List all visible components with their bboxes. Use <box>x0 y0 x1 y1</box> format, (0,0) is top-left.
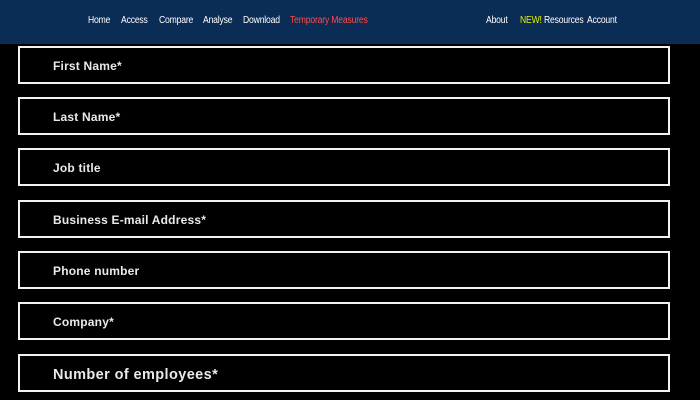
job-title-field[interactable]: Job title <box>18 148 670 186</box>
number-of-employees-field[interactable]: Number of employees* <box>18 354 670 392</box>
business-email-field[interactable]: Business E-mail Address* <box>18 200 670 238</box>
phone-number-label: Phone number <box>53 264 140 278</box>
company-label: Company* <box>53 315 114 329</box>
company-field[interactable]: Company* <box>18 302 670 340</box>
job-title-label: Job title <box>53 161 101 175</box>
contact-form: First Name* Last Name* Job title Busines… <box>0 0 700 400</box>
last-name-field[interactable]: Last Name* <box>18 97 670 135</box>
number-of-employees-label: Number of employees* <box>53 367 219 383</box>
first-name-label: First Name* <box>53 59 122 73</box>
business-email-label: Business E-mail Address* <box>53 213 207 227</box>
phone-number-field[interactable]: Phone number <box>18 251 670 289</box>
last-name-label: Last Name* <box>53 110 121 124</box>
first-name-field[interactable]: First Name* <box>18 46 670 84</box>
